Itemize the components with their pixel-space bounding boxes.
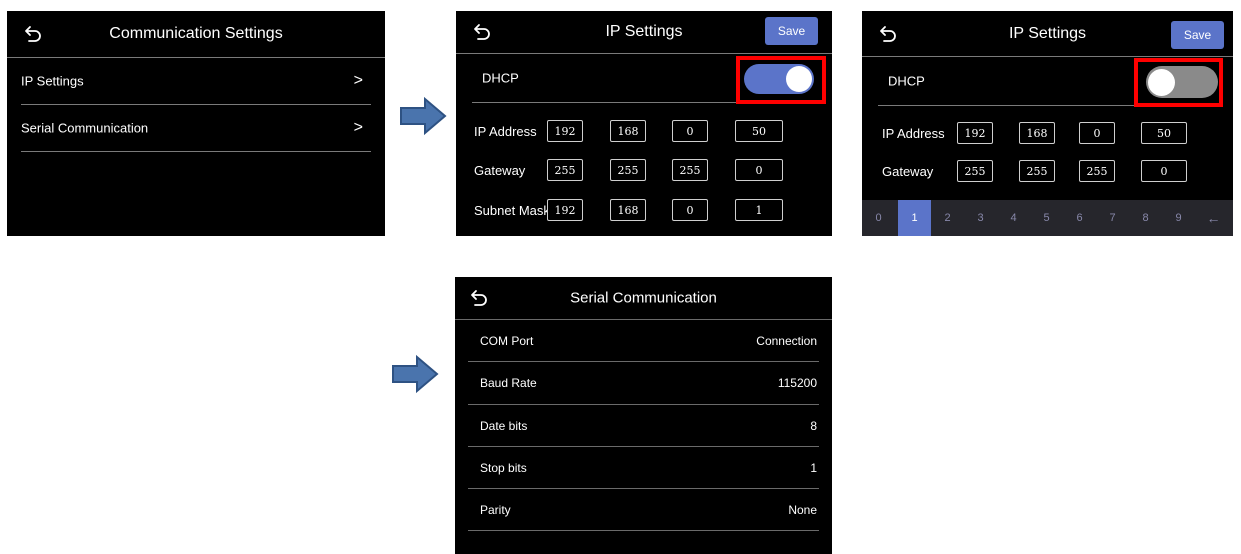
key-5[interactable]: 5 [1030,200,1063,236]
dhcp-label: DHCP [482,70,519,86]
setting-value: Connection [756,333,817,348]
page-title: Serial Communication [570,289,717,307]
subnet-octet-4[interactable]: 1 [735,199,783,221]
key-3[interactable]: 3 [964,200,997,236]
gateway-label: Gateway [474,163,526,178]
setting-value: 1 [810,460,817,475]
header: Communication Settings [7,11,385,58]
gateway-octet-4[interactable]: 0 [735,159,783,181]
numeric-keypad: 0 1 2 3 4 5 6 7 8 9 ← [862,200,1233,236]
key-0[interactable]: 0 [862,200,895,236]
key-4[interactable]: 4 [997,200,1030,236]
save-button[interactable]: Save [765,17,818,45]
ip-address-label: IP Address [882,126,945,141]
menu-item-label: IP Settings [21,73,84,89]
setting-value: 8 [810,418,817,433]
setting-label: COM Port [480,333,534,348]
ip-octet-4[interactable]: 50 [1141,122,1187,144]
header: IP Settings Save [862,11,1233,57]
ip-octet-2[interactable]: 168 [1019,122,1055,144]
setting-row-baud-rate[interactable]: Baud Rate 115200 [468,362,819,405]
highlight-box [1134,58,1223,107]
menu-item-serial-communication[interactable]: Serial Communication > [21,105,371,152]
key-6[interactable]: 6 [1063,200,1096,236]
arrow-right-icon [392,354,439,394]
subnet-mask-label: Subnet Mask [474,203,550,218]
ip-octet-2[interactable]: 168 [610,120,646,142]
gateway-octet-1[interactable]: 255 [547,159,583,181]
header: Serial Communication [455,277,832,320]
key-2[interactable]: 2 [931,200,964,236]
communication-settings-screen: Communication Settings IP Settings > Ser… [7,11,385,236]
highlight-box [736,56,826,104]
setting-value: None [788,502,817,517]
ip-octet-3[interactable]: 0 [672,120,708,142]
header: IP Settings Save [456,11,832,54]
gateway-octet-1[interactable]: 255 [957,160,993,182]
key-1[interactable]: 1 [898,200,931,236]
ip-settings-screen-dhcp-on: IP Settings Save DHCP IP Address 192 168… [456,11,832,236]
gateway-octet-2[interactable]: 255 [1019,160,1055,182]
ip-address-label: IP Address [474,124,537,139]
subnet-octet-2[interactable]: 168 [610,199,646,221]
gateway-octet-3[interactable]: 255 [1079,160,1115,182]
gateway-octet-2[interactable]: 255 [610,159,646,181]
setting-label: Stop bits [480,460,527,475]
key-7[interactable]: 7 [1096,200,1129,236]
serial-communication-screen: Serial Communication COM Port Connection… [455,277,832,554]
subnet-octet-1[interactable]: 192 [547,199,583,221]
ip-octet-1[interactable]: 192 [957,122,993,144]
ip-settings-screen-dhcp-off: IP Settings Save DHCP IP Address 192 168… [862,11,1233,236]
setting-row-stop-bits[interactable]: Stop bits 1 [468,447,819,489]
setting-label: Baud Rate [480,376,537,390]
dhcp-label: DHCP [888,73,925,89]
backspace-key[interactable]: ← [1197,200,1230,236]
key-9[interactable]: 9 [1162,200,1195,236]
save-button[interactable]: Save [1171,21,1224,49]
chevron-right-icon: > [353,119,363,136]
setting-row-com-port[interactable]: COM Port Connection [468,320,819,362]
gateway-octet-4[interactable]: 0 [1141,160,1187,182]
gateway-octet-3[interactable]: 255 [672,159,708,181]
page-title: Communication Settings [109,25,283,42]
setting-row-parity[interactable]: Parity None [468,489,819,531]
chevron-right-icon: > [353,72,363,89]
ip-octet-4[interactable]: 50 [735,120,783,142]
setting-label: Parity [480,502,511,517]
key-8[interactable]: 8 [1129,200,1162,236]
setting-value: 115200 [777,376,817,390]
ip-octet-3[interactable]: 0 [1079,122,1115,144]
gateway-label: Gateway [882,164,934,179]
menu-item-label: Serial Communication [21,120,149,136]
setting-label: Date bits [480,418,528,433]
arrow-right-icon [400,96,447,136]
setting-row-date-bits[interactable]: Date bits 8 [468,405,819,447]
menu-item-ip-settings[interactable]: IP Settings > [21,58,371,105]
ip-octet-1[interactable]: 192 [547,120,583,142]
subnet-octet-3[interactable]: 0 [672,199,708,221]
